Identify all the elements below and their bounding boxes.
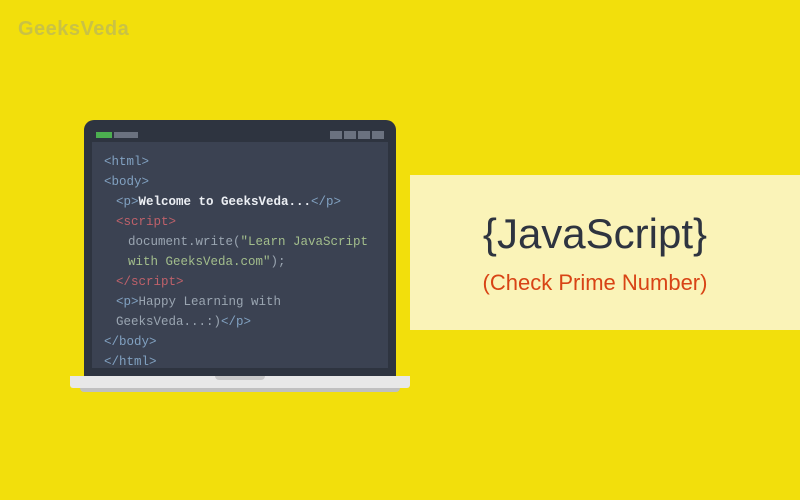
code-line: </script> <box>116 275 184 289</box>
code-editor: <html> <body> <p>Welcome to GeeksVeda...… <box>92 128 388 368</box>
title-subtitle: (Check Prime Number) <box>483 270 708 296</box>
window-min-icon <box>330 131 342 139</box>
code-token: <p> <box>116 295 139 309</box>
code-block: <html> <body> <p>Welcome to GeeksVeda...… <box>92 142 388 382</box>
code-token: Happy Learning with GeeksVeda...:) <box>116 295 281 329</box>
laptop-notch <box>215 376 265 380</box>
code-token: Welcome to GeeksVeda... <box>139 195 312 209</box>
laptop-screen-bezel: <html> <body> <p>Welcome to GeeksVeda...… <box>84 120 396 376</box>
window-max-icon <box>344 131 356 139</box>
window-close-icon <box>358 131 370 139</box>
code-line: <html> <box>104 155 149 169</box>
editor-tabs <box>96 132 138 138</box>
code-token: document.write( <box>128 235 241 249</box>
tab-inactive-icon <box>114 132 138 138</box>
title-card: {JavaScript} (Check Prime Number) <box>410 175 800 330</box>
laptop-base <box>70 376 410 388</box>
window-controls <box>330 131 384 139</box>
code-line: <script> <box>116 215 176 229</box>
code-token: </p> <box>311 195 341 209</box>
code-line: </body> <box>104 335 157 349</box>
tab-active-icon <box>96 132 112 138</box>
code-token: </p> <box>221 315 251 329</box>
code-line: </html> <box>104 355 157 369</box>
laptop-illustration: <html> <body> <p>Welcome to GeeksVeda...… <box>70 120 410 388</box>
editor-titlebar <box>92 128 388 142</box>
site-logo: GeeksVeda <box>18 18 129 41</box>
window-extra-icon <box>372 131 384 139</box>
code-token: ); <box>271 255 286 269</box>
code-token: <p> <box>116 195 139 209</box>
title-main: {JavaScript} <box>483 210 707 258</box>
code-line: <body> <box>104 175 149 189</box>
